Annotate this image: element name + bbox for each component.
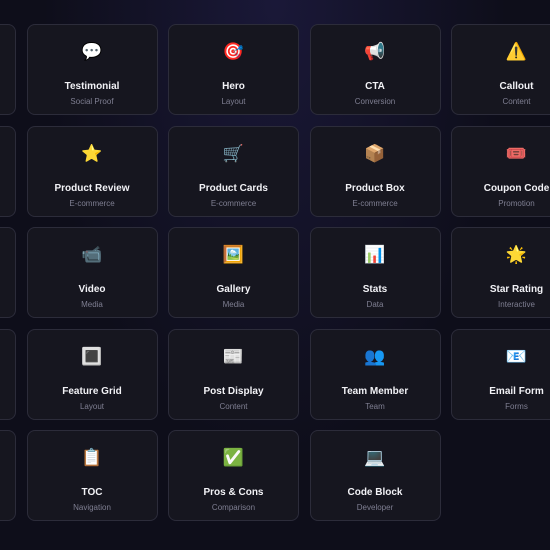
block-category: Developer	[356, 503, 394, 512]
block-category: Team	[365, 401, 385, 411]
block-category: Social Proof	[70, 97, 114, 106]
laptop-icon: 💻	[364, 448, 386, 468]
block-category: Data	[366, 300, 384, 309]
block-card-pros-cons[interactable]: ✅ Pros & Cons Comparison	[168, 430, 299, 521]
bar-chart-icon: 📊	[364, 245, 386, 265]
block-category: Comparison	[211, 503, 256, 512]
block-name: CTA	[365, 81, 385, 92]
block-card-coupon-code[interactable]: 🎟️ Coupon Code Promotion	[451, 125, 550, 217]
block-card-cta[interactable]: 📢 CTA Conversion	[309, 24, 441, 115]
framed-picture-icon: 🖼️	[222, 245, 245, 265]
block-card-post-display[interactable]: 📰 Post Display Content	[168, 328, 299, 420]
block-category: Forms	[505, 401, 528, 411]
block-category: Media	[222, 300, 245, 309]
block-card-toc[interactable]: 📋 TOC Navigation	[26, 430, 158, 521]
block-card-product-box[interactable]: 📦 Product Box E-commerce	[309, 125, 441, 217]
block-card-team-member[interactable]: 👥 Team Member Team	[309, 328, 441, 420]
block-card-star-rating[interactable]: 🌟 Star Rating Interactive	[451, 227, 550, 318]
block-card-partial[interactable]	[0, 125, 16, 217]
block-card-testimonial[interactable]: 💬 Testimonial Social Proof	[26, 24, 158, 115]
block-card-email-form[interactable]: 📧 Email Form Forms	[451, 328, 550, 420]
block-name: Gallery	[216, 284, 251, 295]
newspaper-icon: 📰	[222, 346, 245, 367]
block-card-gallery[interactable]: 🖼️ Gallery Media	[168, 227, 299, 318]
block-name: Stats	[362, 284, 388, 295]
target-icon: 🎯	[222, 42, 245, 62]
block-category: Promotion	[498, 198, 535, 208]
block-card-code-block[interactable]: 💻 Code Block Developer	[309, 430, 441, 521]
block-name: Product Review	[54, 182, 130, 194]
glowing-star-icon: 🌟	[505, 245, 528, 265]
block-category: Interactive	[498, 300, 535, 309]
block-category: Content	[502, 97, 531, 106]
email-icon: 📧	[505, 346, 528, 367]
block-grid: 💬 Testimonial Social Proof 🎯 Hero Layout…	[0, 24, 550, 521]
block-name: Feature Grid	[62, 385, 122, 397]
cart-icon: 🛒	[222, 143, 245, 164]
block-card-callout[interactable]: ⚠️ Callout Content	[451, 24, 550, 115]
block-card-feature-grid[interactable]: 🔳 Feature Grid Layout	[26, 328, 158, 420]
block-name: Hero	[222, 81, 245, 92]
block-category: Content	[219, 401, 248, 411]
check-mark-icon: ✅	[222, 448, 245, 468]
block-name: Code Block	[347, 487, 403, 498]
block-name: TOC	[81, 487, 103, 498]
star-icon: ⭐	[81, 143, 103, 164]
package-icon: 📦	[364, 143, 386, 164]
block-name: Testimonial	[64, 81, 120, 92]
block-category: Conversion	[354, 97, 396, 106]
block-card-partial[interactable]	[0, 227, 16, 318]
block-card-partial[interactable]	[0, 430, 16, 521]
megaphone-icon: 📢	[364, 42, 386, 62]
block-name: Pros & Cons	[203, 487, 264, 498]
block-name: Post Display	[203, 385, 264, 397]
block-name: Coupon Code	[483, 182, 550, 194]
speech-bubble-icon: 💬	[81, 42, 103, 62]
block-name: Email Form	[489, 385, 544, 397]
block-card-hero[interactable]: 🎯 Hero Layout	[168, 24, 299, 115]
block-library-canvas: 💬 Testimonial Social Proof 🎯 Hero Layout…	[0, 0, 550, 550]
block-name: Video	[78, 284, 106, 295]
block-name: Product Cards	[199, 182, 268, 194]
block-category: E-commerce	[69, 198, 115, 208]
block-category: Layout	[221, 97, 246, 106]
block-category: Layout	[79, 401, 105, 411]
block-name: Product Box	[345, 182, 405, 194]
block-category: Media	[81, 300, 103, 309]
block-name: Callout	[499, 81, 534, 92]
block-name: Team Member	[341, 385, 409, 397]
block-card-product-cards[interactable]: 🛒 Product Cards E-commerce	[168, 125, 299, 217]
block-category: E-commerce	[210, 198, 257, 208]
block-card-stats[interactable]: 📊 Stats Data	[309, 227, 441, 318]
ticket-icon: 🎟️	[505, 143, 528, 164]
block-name: Star Rating	[489, 284, 544, 295]
people-icon: 👥	[364, 346, 386, 367]
clipboard-icon: 📋	[81, 448, 103, 468]
block-category: E-commerce	[352, 198, 398, 208]
warning-icon: ⚠️	[505, 42, 528, 62]
square-button-icon: 🔳	[81, 346, 103, 367]
block-category: Navigation	[73, 503, 111, 512]
block-card-product-review[interactable]: ⭐ Product Review E-commerce	[26, 125, 158, 217]
block-card-partial[interactable]	[0, 24, 16, 115]
block-card-partial[interactable]	[0, 328, 16, 420]
video-camera-icon: 📹	[81, 245, 103, 265]
block-card-video[interactable]: 📹 Video Media	[26, 227, 158, 318]
